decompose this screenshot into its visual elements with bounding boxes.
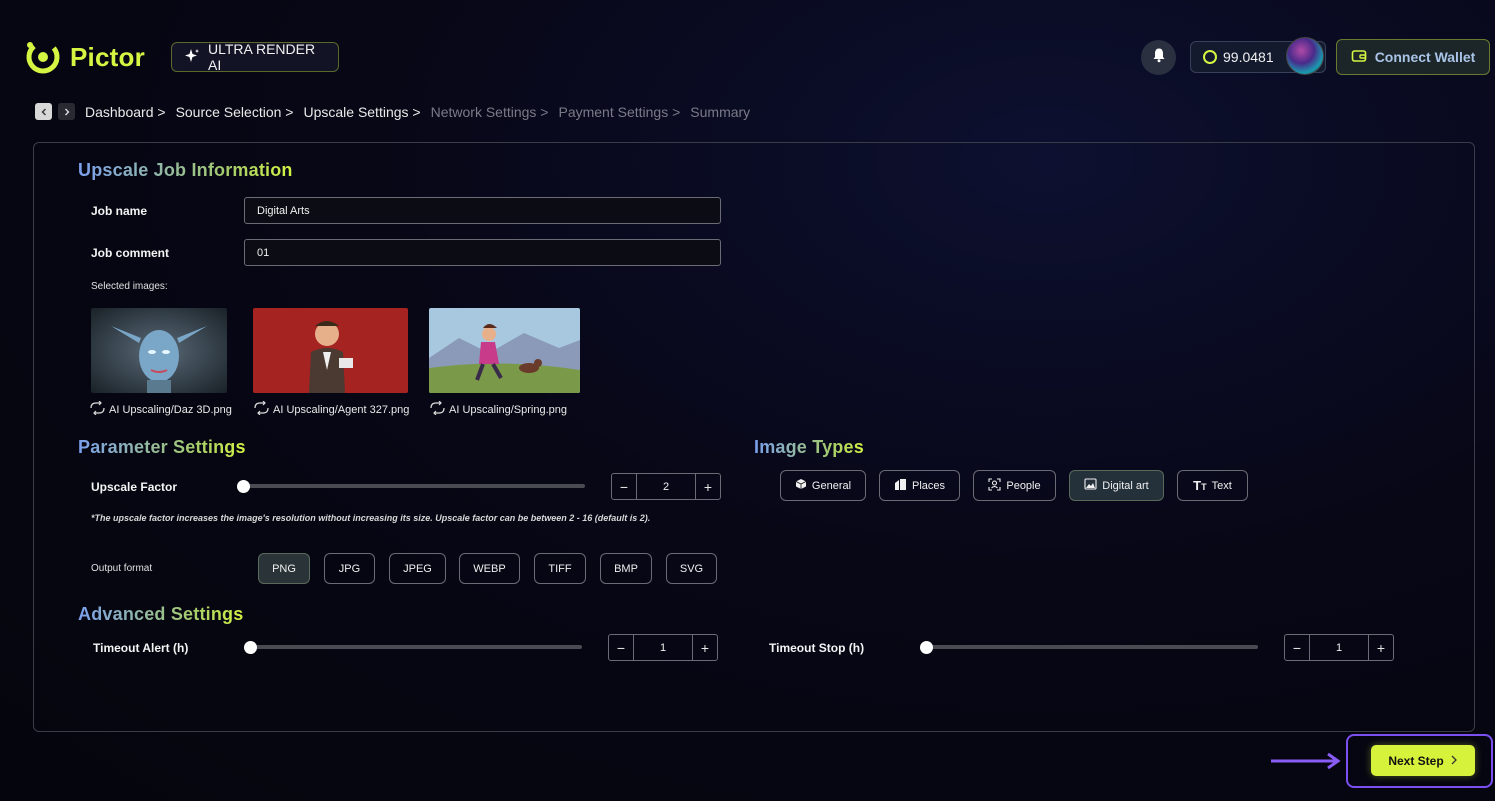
image-caption-daz: AI Upscaling/Daz 3D.png [89, 400, 232, 418]
job-comment-label: Job comment [91, 246, 170, 260]
upscale-factor-slider-handle[interactable] [237, 480, 250, 493]
app-logo[interactable]: Pictor [24, 38, 145, 76]
ultra-render-label: ULTRA RENDER AI [208, 41, 316, 73]
job-name-input[interactable]: Digital Arts [244, 197, 721, 224]
type-text-label: Text [1211, 479, 1232, 492]
increment-button[interactable]: + [693, 635, 717, 660]
type-digital-art-label: Digital art [1102, 479, 1149, 492]
image-thumbnail-daz[interactable] [91, 308, 227, 393]
upscale-factor-stepper[interactable]: − 2 + [611, 473, 721, 500]
format-bmp-button[interactable]: BMP [600, 553, 652, 584]
advanced-settings-title: Advanced Settings [78, 604, 244, 624]
increment-button[interactable]: + [1369, 635, 1393, 660]
notification-button[interactable] [1141, 40, 1176, 75]
upscale-factor-slider[interactable] [243, 484, 585, 488]
image-caption-agent: AI Upscaling/Agent 327.png [253, 400, 410, 418]
type-people-label: People [1006, 479, 1041, 492]
file-sync-icon [429, 400, 446, 418]
image-thumbnail-spring[interactable] [429, 308, 580, 393]
image-types-title: Image Types [754, 437, 864, 457]
forward-button[interactable] [58, 103, 75, 120]
ultra-render-ai-button[interactable]: ULTRA RENDER AI [171, 41, 339, 73]
type-people-button[interactable]: People [973, 470, 1056, 501]
type-digital-art-button[interactable]: Digital art [1069, 470, 1164, 501]
decrement-button[interactable]: − [1285, 635, 1309, 660]
increment-button[interactable]: + [696, 474, 720, 499]
file-sync-icon [89, 400, 106, 418]
chevron-left-icon [41, 108, 46, 115]
balance-value: 99.0481 [1223, 49, 1274, 65]
selected-images-label: Selected images: [91, 281, 168, 292]
breadcrumb-summary: Summary [690, 103, 751, 120]
timeout-stop-value[interactable]: 1 [1309, 635, 1369, 660]
image-caption-text: AI Upscaling/Daz 3D.png [109, 403, 232, 416]
pictor-logo-icon [24, 38, 62, 76]
person-scan-icon [988, 477, 1001, 494]
format-jpg-button[interactable]: JPG [324, 553, 375, 584]
breadcrumb-upscale-settings[interactable]: Upscale Settings > [303, 104, 420, 120]
timeout-stop-label: Timeout Stop (h) [769, 641, 865, 655]
chevron-right-icon [1450, 754, 1458, 768]
text-size-icon: TT [1193, 478, 1207, 493]
cube-icon [795, 478, 807, 493]
job-info-title: Upscale Job Information [78, 160, 293, 180]
wallet-icon [1351, 48, 1367, 67]
breadcrumb-source-selection[interactable]: Source Selection > [176, 104, 294, 120]
decrement-button[interactable]: − [609, 635, 633, 660]
timeout-alert-stepper[interactable]: − 1 + [608, 634, 718, 661]
format-tiff-button[interactable]: TIFF [534, 553, 586, 584]
image-caption-text: AI Upscaling/Agent 327.png [273, 403, 410, 416]
type-general-button[interactable]: General [780, 470, 866, 501]
timeout-stop-slider[interactable] [925, 645, 1258, 649]
type-places-label: Places [911, 479, 946, 492]
next-step-label: Next Step [1388, 753, 1444, 768]
breadcrumb-network-settings: Network Settings > [430, 103, 549, 120]
parameter-settings-title: Parameter Settings [78, 437, 246, 457]
buildings-icon [894, 478, 907, 493]
timeout-alert-slider[interactable] [249, 645, 582, 649]
image-thumbnail-agent[interactable] [253, 308, 408, 393]
connect-wallet-button[interactable]: Connect Wallet [1336, 39, 1490, 75]
job-comment-input[interactable]: 01 [244, 239, 721, 266]
back-button[interactable] [35, 103, 52, 120]
chevron-right-icon [64, 108, 69, 115]
next-step-button[interactable]: Next Step [1371, 745, 1475, 776]
timeout-alert-slider-handle[interactable] [244, 641, 257, 654]
breadcrumb-dashboard[interactable]: Dashboard > [85, 104, 166, 120]
format-png-button[interactable]: PNG [258, 553, 310, 584]
breadcrumb: Dashboard > Source Selection > Upscale S… [35, 103, 750, 120]
format-webp-button[interactable]: WEBP [459, 553, 520, 584]
timeout-alert-value[interactable]: 1 [633, 635, 693, 660]
output-format-label: Output format [91, 563, 153, 574]
format-svg-button[interactable]: SVG [666, 553, 717, 584]
coin-icon [1203, 50, 1217, 64]
image-caption-spring: AI Upscaling/Spring.png [429, 400, 568, 418]
upscale-factor-value[interactable]: 2 [636, 474, 696, 499]
pointer-arrow-icon [1270, 752, 1342, 775]
sparkle-icon [184, 48, 200, 67]
connect-wallet-label: Connect Wallet [1374, 49, 1476, 65]
job-name-label: Job name [91, 204, 148, 218]
type-places-button[interactable]: Places [879, 470, 960, 501]
decrement-button[interactable]: − [612, 474, 636, 499]
upscale-factor-note: *The upscale factor increases the image'… [91, 513, 651, 523]
image-icon [1084, 478, 1097, 493]
timeout-stop-slider-handle[interactable] [920, 641, 933, 654]
timeout-alert-label: Timeout Alert (h) [93, 641, 189, 655]
format-jpeg-button[interactable]: JPEG [389, 553, 446, 584]
timeout-stop-stepper[interactable]: − 1 + [1284, 634, 1394, 661]
avatar[interactable] [1286, 37, 1324, 75]
type-text-button[interactable]: TT Text [1177, 470, 1248, 501]
bell-icon [1151, 47, 1167, 68]
image-caption-text: AI Upscaling/Spring.png [449, 403, 568, 416]
file-sync-icon [253, 400, 270, 418]
upscale-factor-label: Upscale Factor [91, 480, 178, 494]
breadcrumb-payment-settings: Payment Settings > [558, 103, 681, 120]
logo-text: Pictor [70, 41, 145, 72]
type-general-label: General [811, 479, 852, 492]
